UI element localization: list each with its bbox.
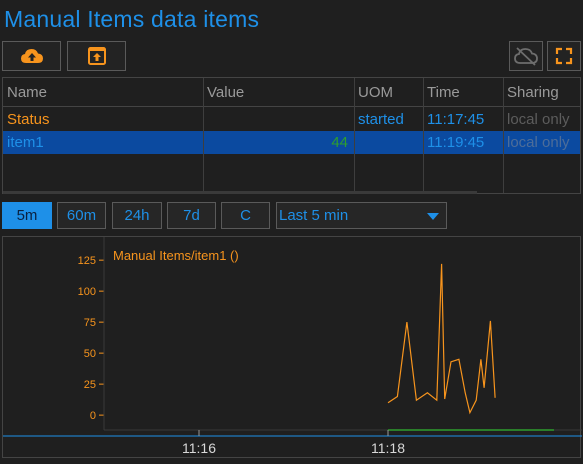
row-sharing: local only bbox=[507, 111, 570, 128]
cloud-upload-icon bbox=[20, 49, 43, 63]
row-name: item1 bbox=[7, 134, 44, 151]
y-tick-label: 100 bbox=[78, 286, 96, 298]
column-divider bbox=[354, 78, 355, 193]
row-time: 11:19:45 bbox=[427, 134, 485, 151]
y-tick-label: 75 bbox=[84, 317, 96, 329]
table-header: Name Value UOM Time Sharing bbox=[3, 78, 580, 107]
column-header-name[interactable]: Name bbox=[7, 84, 47, 101]
column-divider bbox=[203, 78, 204, 193]
column-header-time[interactable]: Time bbox=[427, 84, 460, 101]
y-tick-label: 25 bbox=[84, 379, 96, 391]
y-tick-label: 0 bbox=[90, 410, 96, 422]
row-value: 44 bbox=[331, 134, 348, 151]
offline-toggle-button[interactable] bbox=[509, 41, 543, 71]
series-legend: Manual Items/item1 () bbox=[113, 248, 239, 263]
data-items-table: Name Value UOM Time Sharing Status start… bbox=[2, 77, 581, 194]
range-60m-button[interactable]: 60m bbox=[57, 202, 106, 229]
range-5m-button[interactable]: 5m bbox=[2, 202, 52, 229]
fullscreen-button[interactable] bbox=[547, 41, 581, 71]
row-name: Status bbox=[7, 111, 50, 128]
export-button[interactable] bbox=[67, 41, 126, 71]
line-chart[interactable]: 125 100 75 50 25 0 11:16 11:18 Manual Items/it… bbox=[3, 237, 582, 459]
table-row[interactable]: Status started 11:17:45 local only bbox=[3, 108, 580, 131]
range-select-value: Last 5 min bbox=[279, 207, 349, 224]
column-header-sharing[interactable]: Sharing bbox=[507, 84, 559, 101]
x-tick-label: 11:18 bbox=[371, 440, 405, 456]
range-select[interactable]: Last 5 min bbox=[276, 202, 447, 229]
y-tick-label: 125 bbox=[78, 255, 96, 267]
y-tick-label: 50 bbox=[84, 348, 96, 360]
column-divider bbox=[503, 78, 504, 193]
upload-button[interactable] bbox=[2, 41, 61, 71]
series-line bbox=[387, 263, 496, 415]
column-header-value[interactable]: Value bbox=[207, 84, 244, 101]
chevron-down-icon bbox=[427, 213, 439, 220]
export-icon bbox=[87, 47, 106, 65]
range-custom-button[interactable]: C bbox=[221, 202, 270, 229]
fullscreen-icon bbox=[555, 47, 573, 65]
chart-panel: 125 100 75 50 25 0 11:16 11:18 Manual Items/it… bbox=[2, 236, 582, 459]
row-time: 11:17:45 bbox=[427, 111, 485, 128]
row-uom: started bbox=[358, 111, 404, 128]
range-7d-button[interactable]: 7d bbox=[167, 202, 216, 229]
cloud-off-icon bbox=[514, 47, 538, 66]
column-header-uom[interactable]: UOM bbox=[358, 84, 393, 101]
x-tick-label: 11:16 bbox=[182, 440, 216, 456]
row-sharing: local only bbox=[507, 134, 570, 151]
page-title: Manual Items data items bbox=[4, 6, 260, 32]
table-row[interactable]: item1 44 11:19:45 local only bbox=[3, 131, 580, 154]
column-divider bbox=[423, 78, 424, 193]
horizontal-scrollbar[interactable] bbox=[3, 191, 477, 194]
range-24h-button[interactable]: 24h bbox=[112, 202, 162, 229]
